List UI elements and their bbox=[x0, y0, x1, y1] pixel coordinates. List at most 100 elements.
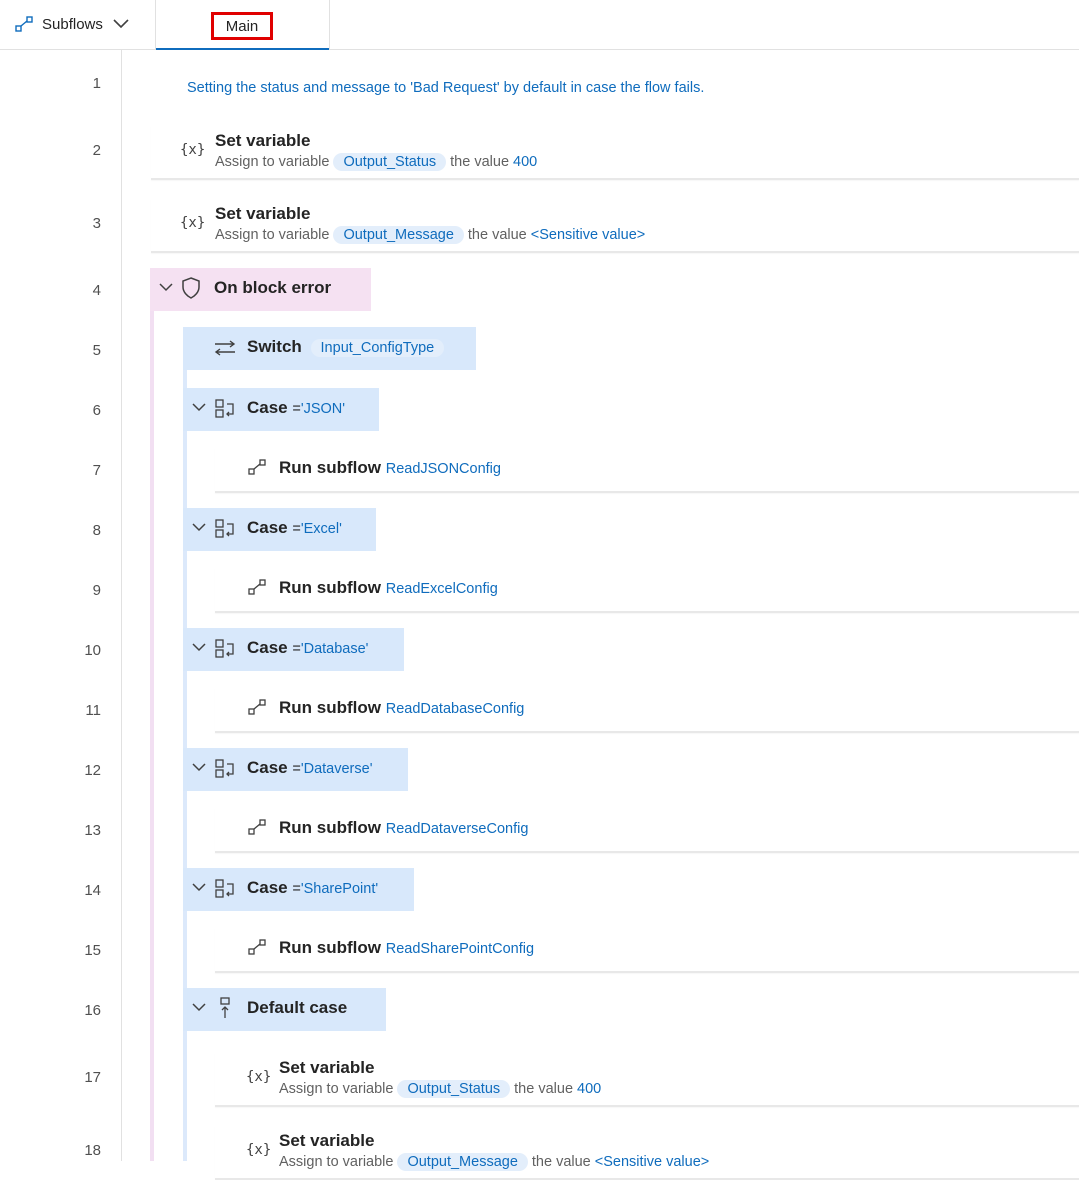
description-prefix: Assign to variable bbox=[215, 227, 330, 243]
subflows-dropdown[interactable]: Subflows bbox=[14, 8, 129, 40]
run-subflow-icon bbox=[248, 579, 266, 595]
tab-main-label: Main bbox=[211, 12, 273, 40]
action-description: Assign to variable Output_Status the value… bbox=[279, 1080, 601, 1098]
value-text: 400 bbox=[513, 154, 538, 170]
subflow-name[interactable]: ReadJSONConfig bbox=[386, 461, 501, 477]
action-title: Default case bbox=[247, 998, 348, 1017]
case-eq: = bbox=[292, 881, 301, 897]
case-icon bbox=[215, 639, 234, 658]
action-title: Case ='JSON' bbox=[247, 398, 345, 418]
case-icon bbox=[215, 759, 234, 778]
subflow-name[interactable]: ReadExcelConfig bbox=[386, 581, 498, 597]
tab-main[interactable]: Main bbox=[156, 0, 330, 50]
case-action[interactable]: Case ='SharePoint' bbox=[183, 868, 414, 911]
case-value: 'Excel' bbox=[300, 521, 342, 537]
chevron-down-icon[interactable] bbox=[192, 883, 206, 892]
comment-action[interactable]: Setting the status and message to 'Bad R… bbox=[187, 80, 704, 96]
action-title: Run subflow ReadDataverseConfig bbox=[279, 818, 528, 838]
line-number: 11 bbox=[85, 702, 101, 719]
line-number: 16 bbox=[84, 1002, 101, 1019]
case-icon bbox=[215, 399, 234, 418]
set-variable-action[interactable]: {x} Set variable Assign to variable Outpu… bbox=[151, 199, 1079, 253]
line-number: 15 bbox=[84, 942, 101, 959]
variable-pill[interactable]: Output_Message bbox=[333, 226, 464, 244]
case-eq: = bbox=[292, 401, 301, 417]
line-number: 13 bbox=[84, 822, 101, 839]
action-title: Set variable bbox=[279, 1131, 375, 1150]
variable-pill[interactable]: Output_Message bbox=[397, 1153, 528, 1171]
action-title: Case ='Dataverse' bbox=[247, 758, 372, 778]
line-number: 17 bbox=[84, 1069, 101, 1086]
chevron-down-icon[interactable] bbox=[192, 403, 206, 412]
case-action[interactable]: Case ='Database' bbox=[183, 628, 404, 671]
case-icon bbox=[215, 519, 234, 538]
value-text: <Sensitive value> bbox=[594, 1154, 710, 1170]
run-subflow-action[interactable]: Run subflow ReadExcelConfig bbox=[215, 568, 1079, 613]
variable-pill[interactable]: Output_Status bbox=[333, 153, 447, 171]
case-value: 'Dataverse' bbox=[300, 761, 373, 777]
case-action[interactable]: Case ='Dataverse' bbox=[183, 748, 408, 791]
variable-pill[interactable]: Output_Status bbox=[397, 1080, 511, 1098]
run-subflow-action[interactable]: Run subflow ReadDataverseConfig bbox=[215, 808, 1079, 853]
run-subflow-title: Run subflow bbox=[279, 818, 381, 837]
shield-icon bbox=[182, 277, 200, 299]
line-number: 6 bbox=[92, 402, 101, 419]
chevron-down-icon[interactable] bbox=[192, 643, 206, 652]
line-number-gutter: 1 2 3 4 5 6 7 8 9 10 11 12 13 14 15 16 1… bbox=[0, 50, 122, 1161]
variable-pill[interactable]: Input_ConfigType bbox=[310, 339, 445, 357]
action-title: Set variable bbox=[279, 1058, 375, 1077]
subflow-name[interactable]: ReadSharePointConfig bbox=[386, 941, 534, 957]
line-number: 18 bbox=[84, 1142, 101, 1159]
case-eq: = bbox=[292, 521, 301, 537]
run-subflow-icon bbox=[248, 939, 266, 955]
subflow-name[interactable]: ReadDatabaseConfig bbox=[386, 701, 525, 717]
description-mid: the value bbox=[514, 1081, 574, 1097]
chevron-down-icon[interactable] bbox=[192, 1003, 206, 1012]
action-title: Run subflow ReadSharePointConfig bbox=[279, 938, 534, 958]
subflow-name[interactable]: ReadDataverseConfig bbox=[386, 821, 529, 837]
variable-icon: {x} bbox=[246, 1142, 272, 1158]
variable-icon: {x} bbox=[180, 142, 206, 158]
case-title: Case bbox=[247, 878, 288, 897]
description-prefix: Assign to variable bbox=[279, 1154, 394, 1170]
line-number: 2 bbox=[92, 142, 101, 159]
run-subflow-icon bbox=[248, 459, 266, 475]
action-title: On block error bbox=[214, 278, 332, 297]
line-number: 4 bbox=[92, 282, 101, 299]
chevron-down-icon[interactable] bbox=[192, 763, 206, 772]
line-number: 10 bbox=[84, 642, 101, 659]
action-description: Assign to variable Output_Status the value… bbox=[215, 153, 537, 171]
set-variable-action[interactable]: {x} Set variable Assign to variable Outpu… bbox=[215, 1126, 1079, 1180]
run-subflow-action[interactable]: Run subflow ReadSharePointConfig bbox=[215, 928, 1079, 973]
description-prefix: Assign to variable bbox=[279, 1081, 394, 1097]
case-title: Case bbox=[247, 638, 288, 657]
set-variable-action[interactable]: {x} Set variable Assign to variable Outpu… bbox=[215, 1053, 1079, 1107]
default-case-action[interactable]: Default case bbox=[183, 988, 386, 1031]
on-block-error-action[interactable]: On block error bbox=[150, 268, 371, 311]
chevron-down-icon[interactable] bbox=[192, 523, 206, 532]
case-action[interactable]: Case ='Excel' bbox=[183, 508, 376, 551]
switch-action[interactable]: Switch Input_ConfigType bbox=[183, 327, 476, 370]
action-title: Switch Input_ConfigType bbox=[247, 337, 448, 357]
run-subflow-action[interactable]: Run subflow ReadJSONConfig bbox=[215, 448, 1079, 493]
case-action[interactable]: Case ='JSON' bbox=[183, 388, 379, 431]
description-mid: the value bbox=[467, 227, 527, 243]
action-description: Assign to variable Output_Message the valu… bbox=[279, 1153, 709, 1171]
run-subflow-action[interactable]: Run subflow ReadDatabaseConfig bbox=[215, 688, 1079, 733]
default-case-icon bbox=[220, 997, 230, 1018]
line-number: 1 bbox=[92, 75, 101, 92]
switch-title: Switch bbox=[247, 337, 302, 356]
case-title: Case bbox=[247, 758, 288, 777]
case-value: 'JSON' bbox=[300, 401, 346, 417]
action-title: Case ='SharePoint' bbox=[247, 878, 378, 898]
chevron-down-icon[interactable] bbox=[159, 283, 173, 292]
set-variable-action[interactable]: {x} Set variable Assign to variable Outpu… bbox=[151, 126, 1079, 180]
run-subflow-icon bbox=[248, 819, 266, 835]
case-eq: = bbox=[292, 641, 301, 657]
value-text: <Sensitive value> bbox=[530, 227, 646, 243]
action-description: Assign to variable Output_Message the valu… bbox=[215, 226, 645, 244]
line-number: 8 bbox=[92, 522, 101, 539]
action-title: Case ='Database' bbox=[247, 638, 368, 658]
variable-icon: {x} bbox=[246, 1069, 272, 1085]
case-eq: = bbox=[292, 761, 301, 777]
